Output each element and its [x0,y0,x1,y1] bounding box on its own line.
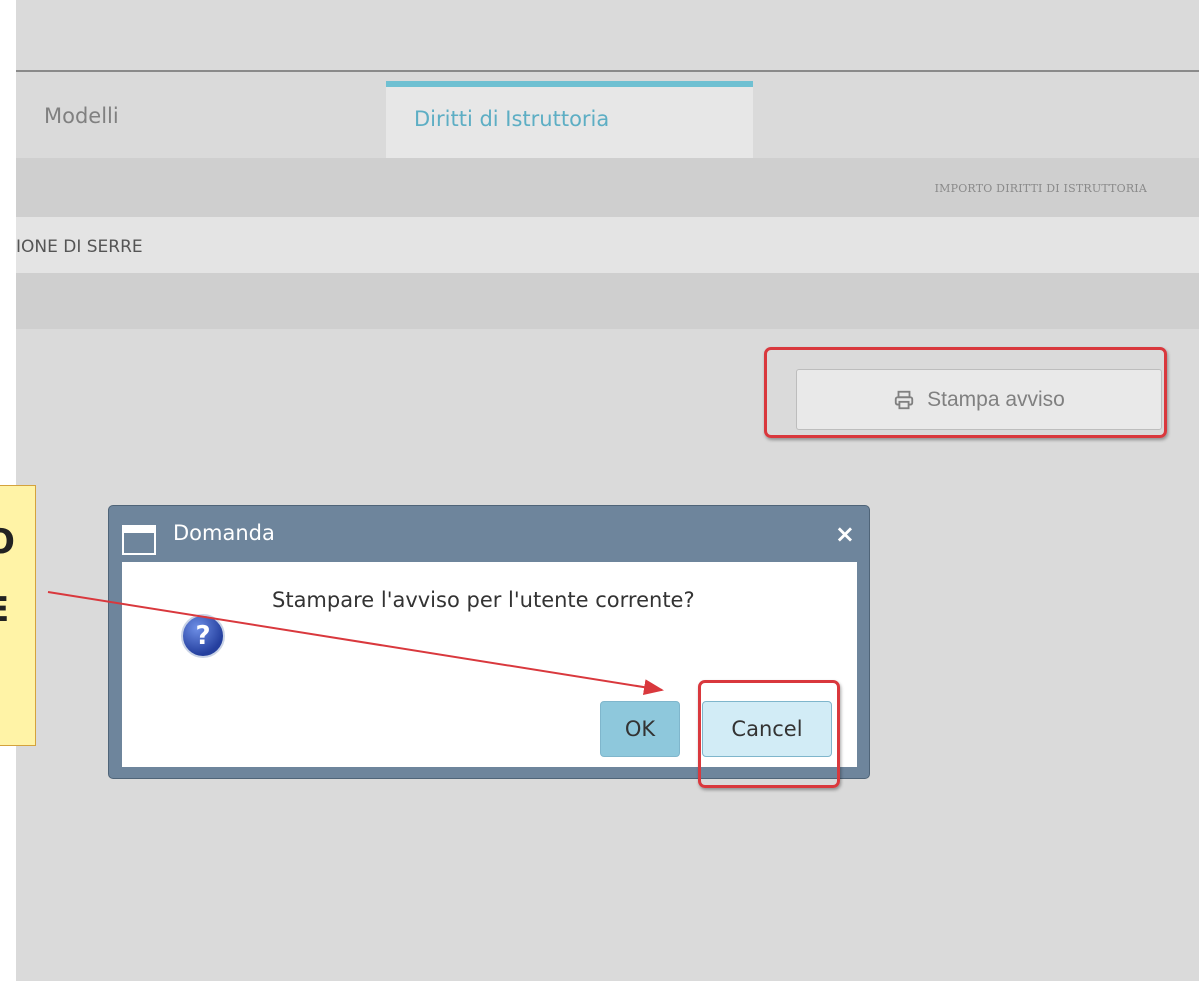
column-header-importo: IMPORTO DIRITTI DI ISTRUTTORIA [934,182,1147,195]
table-header-band: IMPORTO DIRITTI DI ISTRUTTORIA [16,158,1199,217]
window-icon [122,525,156,555]
table-footer-band [16,273,1199,329]
question-icon: ? [181,614,225,658]
ok-button[interactable]: OK [600,701,680,757]
top-divider [16,70,1199,72]
row-description: IONE DI SERRE [16,237,143,257]
dialog-message: Stampare l'avviso per l'utente corrente? [272,588,695,612]
app-window: Modelli Diritti di Istruttoria IMPORTO D… [16,0,1199,981]
highlight-cancel [698,680,840,788]
tab-modelli[interactable]: Modelli [16,81,386,158]
tab-diritti-di-istruttoria[interactable]: Diritti di Istruttoria [386,81,753,158]
callout-text-line1: O [0,522,15,562]
close-icon[interactable]: × [835,520,855,548]
callout-text-line2: E [0,590,9,630]
highlight-stampa-avviso [764,347,1167,438]
dialog-title: Domanda [173,521,275,545]
dialog-titlebar[interactable]: Domanda × [109,506,869,562]
table-row[interactable]: IONE DI SERRE [16,217,1199,273]
annotation-callout: O E [0,485,36,746]
